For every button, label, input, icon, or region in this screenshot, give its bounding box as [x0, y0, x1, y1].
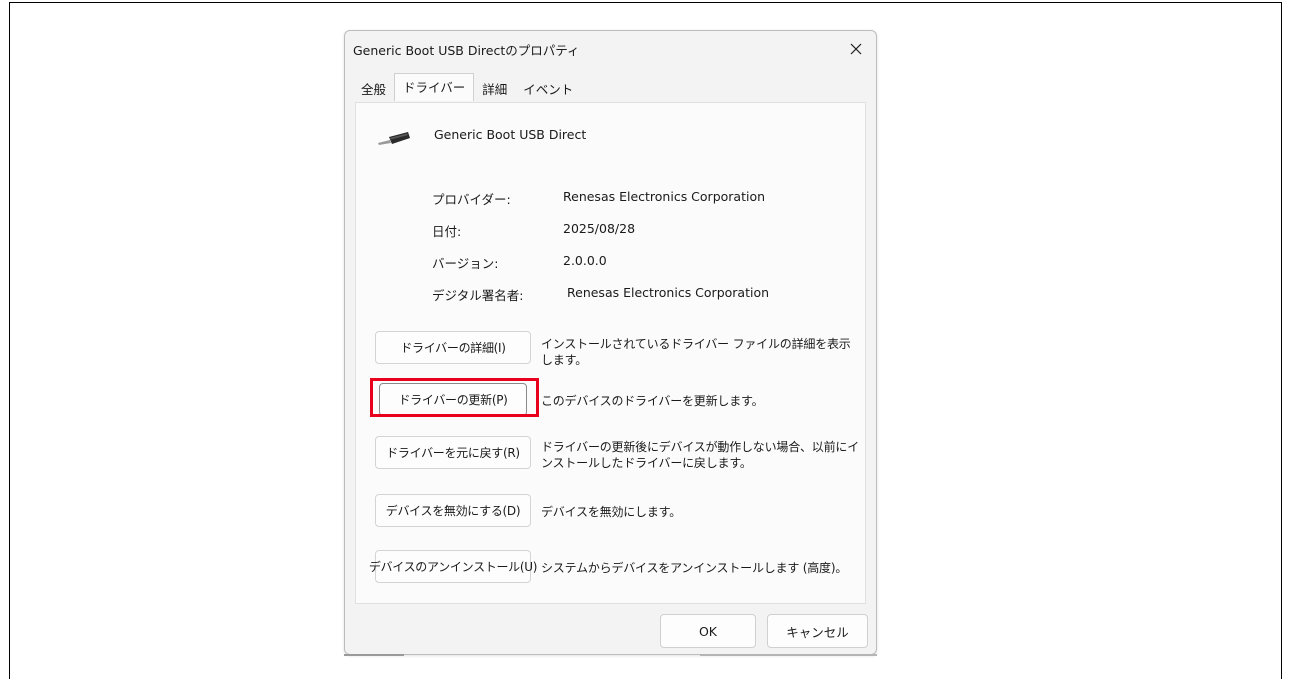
driver-details-button[interactable]: ドライバーの詳細(I): [375, 331, 531, 364]
version-label: バージョン:: [432, 256, 499, 271]
version-value: 2.0.0.0: [563, 253, 607, 268]
tab-driver[interactable]: ドライバー: [394, 73, 475, 101]
close-button[interactable]: [842, 37, 870, 61]
properties-dialog: Generic Boot USB Directのプロパティ 全般 ドライバー 詳…: [344, 30, 877, 655]
signer-label: デジタル署名者:: [432, 288, 524, 303]
uninstall-device-description: システムからデバイスをアンインストールします (高度)。: [541, 561, 848, 575]
signer-value: Renesas Electronics Corporation: [567, 285, 770, 300]
roll-back-driver-description: ドライバーの更新後にデバイスが動作しない場合、以前にインストールしたドライバーに…: [541, 440, 860, 470]
usb-plug-icon: [378, 132, 410, 145]
title-bar: Generic Boot USB Directのプロパティ: [345, 31, 876, 67]
dialog-shadow-right: [700, 654, 877, 656]
update-driver-button[interactable]: ドライバーの更新(P): [379, 383, 527, 416]
tab-details[interactable]: 詳細: [474, 76, 515, 100]
device-name: Generic Boot USB Direct: [434, 127, 587, 142]
provider-value: Renesas Electronics Corporation: [563, 189, 766, 204]
tab-general[interactable]: 全般: [353, 76, 394, 100]
roll-back-driver-button[interactable]: ドライバーを元に戻す(R): [375, 436, 531, 469]
disable-device-button[interactable]: デバイスを無効にする(D): [375, 494, 531, 527]
date-value: 2025/08/28: [563, 221, 636, 236]
dialog-shadow-left: [344, 654, 404, 656]
driver-tab-panel: Generic Boot USB Direct プロバイダー: Renesas …: [355, 102, 866, 604]
disable-device-description: デバイスを無効にします。: [541, 505, 682, 519]
dialog-title: Generic Boot USB Directのプロパティ: [353, 43, 580, 58]
cancel-button[interactable]: キャンセル: [767, 614, 868, 648]
driver-details-description: インストールされているドライバー ファイルの詳細を表示します。: [541, 337, 851, 367]
close-icon: [850, 43, 862, 55]
date-label: 日付:: [432, 224, 462, 239]
ok-button[interactable]: OK: [660, 614, 756, 648]
tab-strip: 全般 ドライバー 詳細 イベント: [353, 73, 581, 102]
update-driver-description: このデバイスのドライバーを更新します。: [541, 394, 764, 408]
uninstall-device-button[interactable]: デバイスのアンインストール(U): [369, 550, 537, 583]
tab-events[interactable]: イベント: [515, 76, 581, 100]
provider-label: プロバイダー:: [432, 192, 511, 207]
